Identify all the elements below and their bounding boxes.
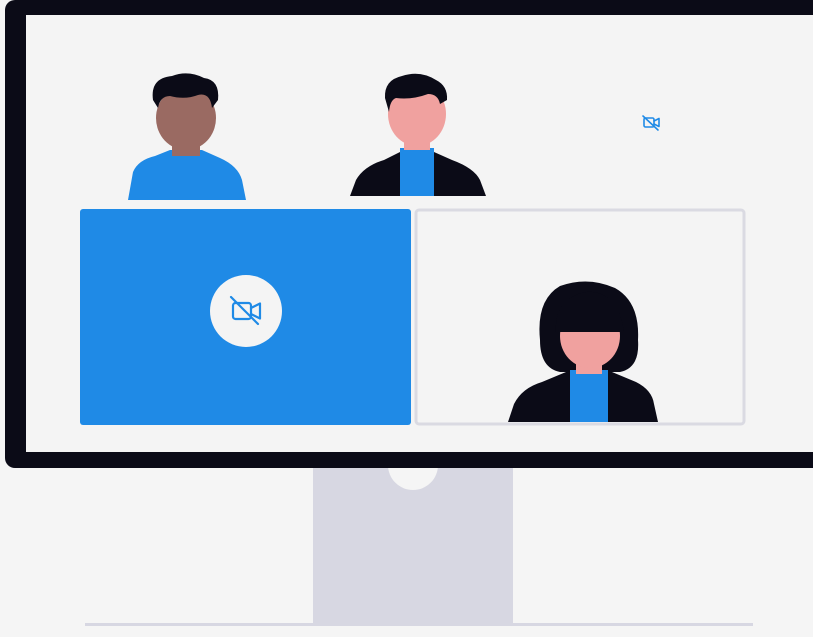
participant-tile-5 — [414, 208, 746, 426]
video-call-illustration — [0, 0, 813, 637]
participant-tile-4 — [80, 209, 411, 425]
illustration-svg — [5, 0, 813, 626]
participant-2-shirt — [400, 148, 434, 196]
participant-5-shirt — [570, 370, 608, 422]
